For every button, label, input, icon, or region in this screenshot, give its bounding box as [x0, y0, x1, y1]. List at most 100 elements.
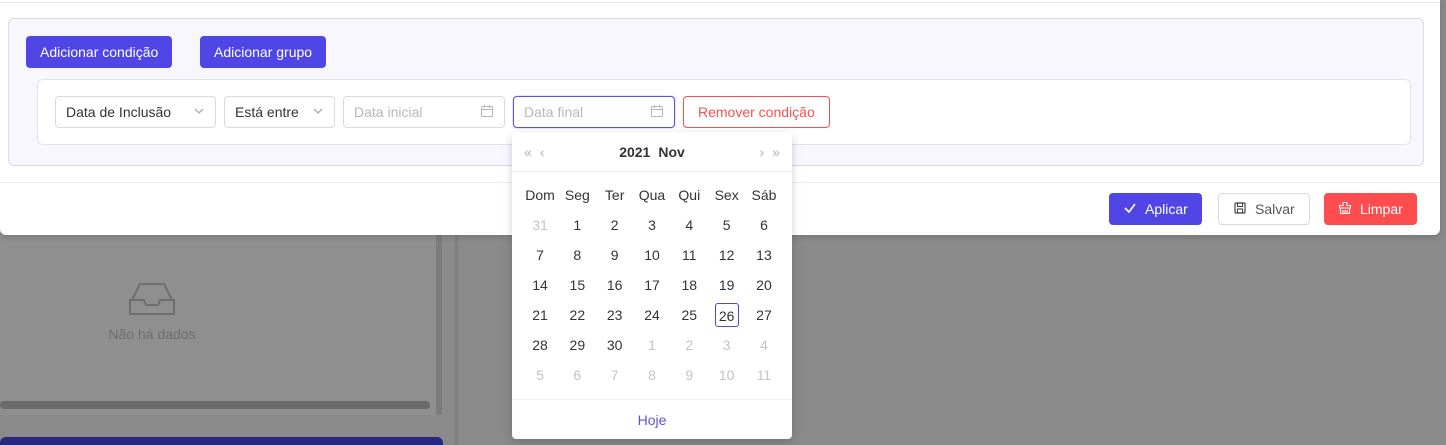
calendar-day[interactable]: 7	[522, 240, 558, 270]
calendar-day[interactable]: 25	[671, 300, 707, 330]
calendar-year[interactable]: 2021	[619, 144, 650, 160]
calendar-day[interactable]: 17	[634, 270, 670, 300]
calendar-week-row: 7 8 9 10 11 12 13	[522, 240, 782, 270]
apply-button[interactable]: Aplicar	[1109, 193, 1202, 225]
calendar-day[interactable]: 4	[671, 210, 707, 240]
calendar-day[interactable]: 10	[634, 240, 670, 270]
empty-state-text: Não há dados	[108, 326, 196, 342]
weekday-label: Seg	[564, 187, 590, 203]
calendar-day[interactable]: 15	[559, 270, 595, 300]
calendar-day-label: 5	[536, 367, 544, 383]
calendar-day-label: 2	[610, 217, 619, 233]
calendar-day-label: 5	[722, 217, 731, 233]
calendar-day-label: 13	[756, 247, 772, 263]
calendar-day[interactable]: 30	[597, 330, 633, 360]
calendar-day[interactable]: 28	[522, 330, 558, 360]
today-link[interactable]: Hoje	[638, 412, 667, 428]
calendar-day[interactable]: 2	[671, 330, 707, 360]
calendar-day[interactable]: 12	[709, 240, 745, 270]
calendar-day-label: 29	[569, 337, 586, 353]
calendar-day[interactable]: 13	[746, 240, 782, 270]
field-select[interactable]: Data de Inclusão	[55, 96, 216, 128]
calendar-day[interactable]: 1	[559, 210, 595, 240]
calendar-day-label: 16	[606, 277, 623, 293]
end-date-field[interactable]	[524, 104, 644, 120]
calendar-month[interactable]: Nov	[658, 144, 684, 160]
calendar-day[interactable]: 23	[597, 300, 633, 330]
calendar-week-row: 21 22 23 24 25 26 27	[522, 300, 782, 330]
calendar-day-label: 25	[681, 307, 698, 323]
calendar-day[interactable]: 9	[671, 360, 707, 390]
calendar-day[interactable]: 21	[522, 300, 558, 330]
calendar-day[interactable]: 8	[559, 240, 595, 270]
add-group-button[interactable]: Adicionar grupo	[200, 36, 327, 68]
calendar-day[interactable]: 6	[559, 360, 595, 390]
remove-condition-label: Remover condição	[698, 104, 815, 120]
calendar-day[interactable]: 8	[634, 360, 670, 390]
double-chevron-right-icon[interactable]: »	[772, 144, 780, 160]
calendar-day-label: 27	[756, 307, 772, 323]
calendar-week-row: 14 15 16 17 18 19 20	[522, 270, 782, 300]
calendar-day[interactable]: 22	[559, 300, 595, 330]
calendar-day[interactable]: 9	[597, 240, 633, 270]
calendar-day[interactable]: 7	[597, 360, 633, 390]
calendar-icon	[650, 104, 664, 121]
calendar-day-label: 19	[718, 277, 735, 293]
calendar-day[interactable]: 5	[522, 360, 558, 390]
calendar-day[interactable]: 3	[709, 330, 745, 360]
calendar-day-label: 7	[536, 247, 544, 263]
calendar-day-label: 9	[610, 247, 619, 263]
background-list-panel	[0, 220, 442, 415]
add-condition-button[interactable]: Adicionar condição	[26, 36, 173, 68]
calendar-day-label: 8	[573, 247, 582, 263]
calendar-day[interactable]: 18	[671, 270, 707, 300]
calendar-day[interactable]: 4	[746, 330, 782, 360]
weekday-label: Qua	[638, 187, 666, 203]
calendar-day[interactable]: 6	[746, 210, 782, 240]
start-date-input[interactable]	[343, 96, 505, 128]
clear-button[interactable]: Limpar	[1324, 193, 1417, 225]
operator-select-value: Está entre	[235, 104, 299, 120]
calendar-day[interactable]: 27	[746, 300, 782, 330]
calendar-day-label: 24	[644, 307, 660, 323]
calendar-day-label: 4	[685, 217, 694, 233]
calendar-day[interactable]: 16	[597, 270, 633, 300]
calendar-day[interactable]: 20	[746, 270, 782, 300]
calendar-grid: Dom Seg Ter Qua Qui Sex Sáb 31 1 2 3 4 5 6 7 8 9 10 11 12 13…	[512, 172, 792, 390]
weekday-label: Sex	[714, 187, 739, 203]
divider	[0, 2, 1440, 3]
chevron-right-icon[interactable]: ›	[760, 144, 765, 160]
inbox-icon	[100, 280, 204, 318]
start-date-field[interactable]	[354, 104, 474, 120]
double-chevron-left-icon[interactable]: «	[524, 144, 532, 160]
chevron-left-icon[interactable]: ‹	[540, 144, 545, 160]
end-date-input[interactable]	[513, 96, 675, 128]
remove-condition-button[interactable]: Remover condição	[683, 96, 830, 128]
calendar-day[interactable]: 2	[597, 210, 633, 240]
calendar-day-label: 23	[606, 307, 623, 323]
calendar-day[interactable]: 19	[709, 270, 745, 300]
calendar-day[interactable]: 29	[559, 330, 595, 360]
save-button[interactable]: Salvar	[1218, 193, 1310, 225]
calendar-day-label: 12	[718, 247, 735, 263]
calendar-day[interactable]: 1	[634, 330, 670, 360]
calendar-day-label: 28	[532, 337, 548, 353]
calendar-day[interactable]: 11	[746, 360, 782, 390]
calendar-footer: Hoje	[512, 399, 792, 439]
horizontal-scrollbar[interactable]	[0, 401, 430, 409]
calendar-day[interactable]: 24	[634, 300, 670, 330]
calendar-day-today[interactable]: 26	[709, 300, 745, 330]
background-divider	[455, 220, 458, 445]
calendar-day-label: 14	[532, 277, 548, 293]
date-picker-popup: « ‹ 2021 Nov › » Dom Seg Ter Qua Qui Sex Sáb 31…	[512, 132, 792, 439]
calendar-day[interactable]: 31	[522, 210, 558, 240]
calendar-day[interactable]: 3	[634, 210, 670, 240]
calendar-day[interactable]: 5	[709, 210, 745, 240]
operator-select[interactable]: Está entre	[224, 96, 335, 128]
calendar-day[interactable]: 10	[709, 360, 745, 390]
calendar-day[interactable]: 11	[671, 240, 707, 270]
calendar-day-label: 21	[532, 307, 548, 323]
calendar-day[interactable]: 14	[522, 270, 558, 300]
save-icon	[1233, 201, 1247, 218]
calendar-day-label: 4	[760, 337, 768, 353]
